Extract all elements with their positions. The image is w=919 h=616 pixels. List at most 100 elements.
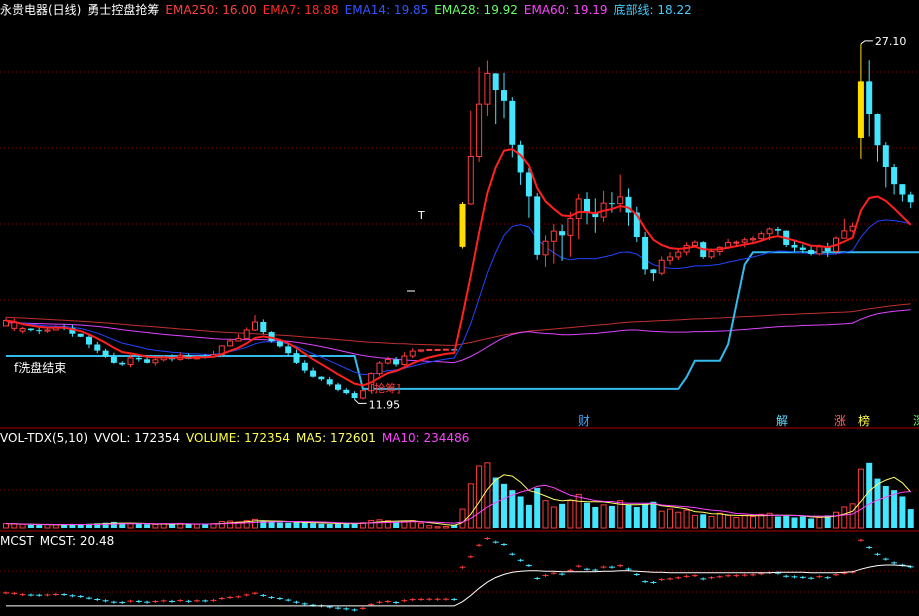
candle-body[interactable] xyxy=(110,356,117,363)
event-tag[interactable]: 榜 xyxy=(858,413,870,428)
candle-body[interactable] xyxy=(907,194,914,203)
candle-body[interactable] xyxy=(650,269,657,274)
volume-bar[interactable] xyxy=(799,516,806,528)
candle-body[interactable] xyxy=(750,238,756,241)
volume-bar[interactable] xyxy=(276,522,283,528)
volume-bar[interactable] xyxy=(127,523,134,529)
volume-bar[interactable] xyxy=(152,523,159,529)
candle-body[interactable] xyxy=(301,362,308,371)
candle-body[interactable] xyxy=(44,329,51,332)
candle-body[interactable] xyxy=(667,256,673,261)
candle-body[interactable] xyxy=(501,90,507,101)
candle-body[interactable] xyxy=(293,353,300,363)
candle-body[interactable] xyxy=(509,100,516,145)
candle-body[interactable] xyxy=(359,390,366,399)
volume-bar[interactable] xyxy=(3,523,9,529)
volume-bar[interactable] xyxy=(899,496,906,528)
volume-bar[interactable] xyxy=(44,524,51,529)
volume-bar[interactable] xyxy=(434,526,441,529)
volume-bar[interactable] xyxy=(185,524,192,528)
volume-bar[interactable] xyxy=(376,519,383,529)
candle-body[interactable] xyxy=(874,114,881,146)
event-tag[interactable]: 财 xyxy=(578,414,590,428)
candle-body[interactable] xyxy=(409,350,416,357)
volume-bar[interactable] xyxy=(608,505,615,528)
volume-bar[interactable] xyxy=(19,523,26,529)
volume-bar[interactable] xyxy=(750,515,756,529)
candle-body[interactable] xyxy=(675,251,682,258)
volume-bar[interactable] xyxy=(700,514,707,528)
volume-bar[interactable] xyxy=(343,523,350,528)
volume-bar[interactable] xyxy=(442,526,449,529)
candle-body[interactable] xyxy=(94,344,101,351)
volume-bar[interactable] xyxy=(227,520,234,529)
candle-body[interactable] xyxy=(484,72,491,105)
candle-body[interactable] xyxy=(559,231,566,236)
candle-body[interactable] xyxy=(27,328,34,331)
volume-bar[interactable] xyxy=(301,522,308,528)
volume-bar[interactable] xyxy=(293,522,300,528)
candle-body[interactable] xyxy=(841,230,848,239)
candle-body[interactable] xyxy=(774,229,781,231)
candle-body[interactable] xyxy=(335,384,341,390)
candle-body[interactable] xyxy=(376,362,383,375)
stock-title[interactable]: 永贵电器(日线) xyxy=(0,3,81,17)
candle-body[interactable] xyxy=(708,251,715,258)
kline-chart[interactable]: 27.10 11.95 f洗盘结束 [抢筹] T 财 解 涨榜 深 xyxy=(0,0,919,612)
volume-bar[interactable] xyxy=(525,504,532,528)
candle-body[interactable] xyxy=(326,379,333,385)
event-tag[interactable]: 解 xyxy=(776,414,788,428)
candle-body[interactable] xyxy=(584,198,590,214)
volume-bar[interactable] xyxy=(169,524,175,528)
volume-bar[interactable] xyxy=(268,521,275,528)
volume-bar[interactable] xyxy=(758,513,765,529)
candle-body[interactable] xyxy=(816,246,823,255)
volume-bar[interactable] xyxy=(11,523,18,529)
volume-bar[interactable] xyxy=(27,524,34,528)
candle-body[interactable] xyxy=(899,184,906,195)
candle-body[interactable] xyxy=(542,240,549,256)
chart-stage[interactable]: 27.10 11.95 f洗盘结束 [抢筹] T 财 解 涨榜 深 xyxy=(0,0,919,612)
volume-bar[interactable] xyxy=(517,496,524,528)
candle-body[interactable] xyxy=(459,203,466,247)
volume-bar[interactable] xyxy=(866,462,873,528)
volume-bar[interactable] xyxy=(741,514,748,529)
volume-bar[interactable] xyxy=(642,503,649,528)
candle-body[interactable] xyxy=(799,247,806,250)
candle-body[interactable] xyxy=(857,81,864,138)
volume-bar[interactable] xyxy=(36,525,43,528)
candle-body[interactable] xyxy=(102,350,109,357)
indicator-name[interactable]: 勇士控盘抢筹 xyxy=(87,3,159,17)
event-tag[interactable]: 深 xyxy=(913,414,919,428)
candle-body[interactable] xyxy=(733,241,740,244)
mcst-indicator-name[interactable]: MCST xyxy=(0,534,34,548)
candle-body[interactable] xyxy=(77,333,84,337)
candle-body[interactable] xyxy=(152,359,159,364)
candle-body[interactable] xyxy=(642,237,649,270)
candle-body[interactable] xyxy=(343,389,350,394)
volume-bar[interactable] xyxy=(791,517,798,528)
candle-body[interactable] xyxy=(276,341,283,347)
candle-body[interactable] xyxy=(135,357,142,360)
volume-bar[interactable] xyxy=(675,511,682,529)
volume-indicator-name[interactable]: VOL-TDX(5,10) xyxy=(0,431,88,445)
volume-bar[interactable] xyxy=(193,523,200,529)
candle-body[interactable] xyxy=(442,348,449,351)
candle-body[interactable] xyxy=(393,359,400,365)
volume-bar[interactable] xyxy=(683,509,690,529)
volume-bar[interactable] xyxy=(202,524,209,528)
volume-bar[interactable] xyxy=(542,500,549,529)
candle-body[interactable] xyxy=(467,155,474,205)
volume-bar[interactable] xyxy=(633,506,640,528)
candle-body[interactable] xyxy=(691,241,698,246)
volume-bar[interactable] xyxy=(907,509,914,528)
volume-bar[interactable] xyxy=(550,506,557,529)
candle-body[interactable] xyxy=(525,172,532,197)
candle-body[interactable] xyxy=(11,322,18,329)
candle-body[interactable] xyxy=(476,103,483,157)
volume-bar[interactable] xyxy=(326,524,333,528)
candle-body[interactable] xyxy=(119,362,126,365)
candle-body[interactable] xyxy=(243,329,250,339)
candle-body[interactable] xyxy=(235,337,242,342)
candle-body[interactable] xyxy=(318,376,325,380)
